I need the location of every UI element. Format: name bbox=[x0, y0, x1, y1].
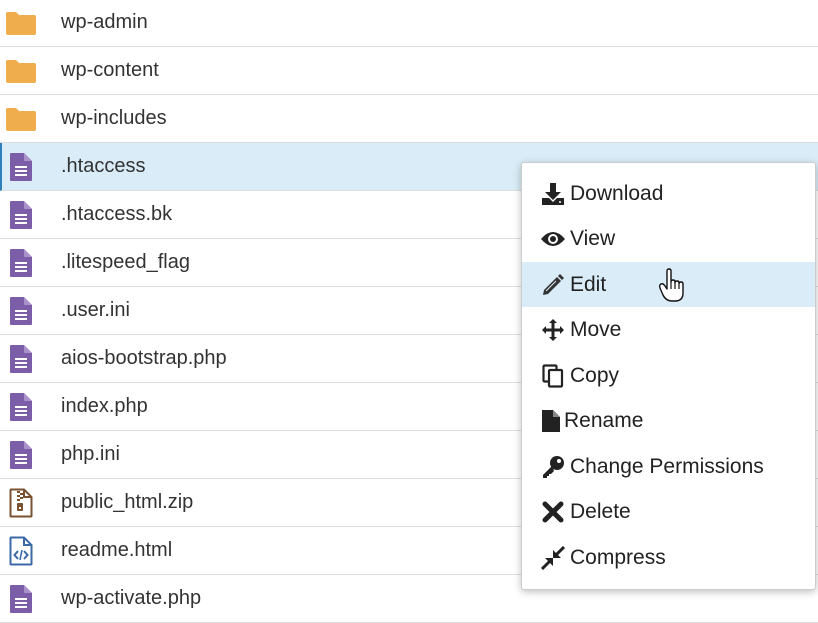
file-name: index.php bbox=[61, 395, 148, 417]
eye-icon bbox=[540, 226, 566, 252]
file-name: wp-content bbox=[61, 59, 159, 81]
menu-item-delete[interactable]: Delete bbox=[522, 489, 815, 534]
file-name: wp-activate.php bbox=[61, 587, 202, 609]
file-row-wp-admin[interactable]: wp-admin bbox=[0, 0, 818, 47]
file-name: .htaccess bbox=[61, 155, 146, 177]
file-icon bbox=[538, 408, 564, 434]
file-name: .user.ini bbox=[61, 299, 130, 321]
file-zip-icon bbox=[5, 488, 37, 518]
file-text-icon bbox=[5, 200, 37, 230]
file-row-wp-content[interactable]: wp-content bbox=[0, 47, 818, 95]
menu-label: Change Permissions bbox=[570, 454, 764, 478]
menu-item-view[interactable]: View bbox=[522, 216, 815, 261]
file-text-icon bbox=[5, 296, 37, 326]
menu-item-rename[interactable]: Rename bbox=[522, 398, 815, 443]
menu-item-compress[interactable]: Compress bbox=[522, 535, 815, 580]
folder-icon bbox=[5, 56, 37, 86]
menu-item-change-permissions[interactable]: Change Permissions bbox=[522, 444, 815, 489]
file-text-icon bbox=[5, 392, 37, 422]
file-text-icon bbox=[5, 584, 37, 614]
menu-item-download[interactable]: Download bbox=[522, 171, 815, 216]
file-name: wp-admin bbox=[61, 11, 148, 33]
menu-label: Delete bbox=[570, 499, 631, 523]
file-name: aios-bootstrap.php bbox=[61, 347, 227, 369]
file-code-icon bbox=[5, 536, 37, 566]
file-name: readme.html bbox=[61, 539, 173, 561]
pencil-icon bbox=[540, 272, 566, 298]
file-name: php.ini bbox=[61, 443, 120, 465]
context-menu: Download View Edit Move Copy Rename Chan… bbox=[521, 162, 816, 590]
file-text-icon bbox=[5, 152, 37, 182]
file-name: .litespeed_flag bbox=[61, 251, 190, 273]
folder-icon bbox=[5, 104, 37, 134]
download-icon bbox=[540, 181, 566, 207]
copy-icon bbox=[540, 363, 566, 389]
menu-item-move[interactable]: Move bbox=[522, 307, 815, 352]
file-text-icon bbox=[5, 248, 37, 278]
move-arrows-icon bbox=[540, 317, 566, 343]
file-text-icon bbox=[5, 440, 37, 470]
compress-icon bbox=[540, 545, 566, 571]
menu-label: Rename bbox=[564, 408, 644, 432]
file-name: public_html.zip bbox=[61, 491, 194, 513]
file-name: wp-includes bbox=[61, 107, 167, 129]
menu-label: Move bbox=[570, 317, 622, 341]
menu-label: Compress bbox=[570, 545, 666, 569]
hand-cursor-icon bbox=[658, 268, 686, 304]
x-icon bbox=[540, 499, 566, 525]
folder-icon bbox=[5, 8, 37, 38]
menu-label: Copy bbox=[570, 363, 620, 387]
menu-label: Download bbox=[570, 181, 664, 205]
menu-item-copy[interactable]: Copy bbox=[522, 353, 815, 398]
file-text-icon bbox=[5, 344, 37, 374]
menu-label: Edit bbox=[570, 272, 607, 296]
file-name: .htaccess.bk bbox=[61, 203, 173, 225]
file-row-wp-includes[interactable]: wp-includes bbox=[0, 95, 818, 143]
key-icon bbox=[540, 454, 566, 480]
menu-label: View bbox=[570, 226, 616, 250]
